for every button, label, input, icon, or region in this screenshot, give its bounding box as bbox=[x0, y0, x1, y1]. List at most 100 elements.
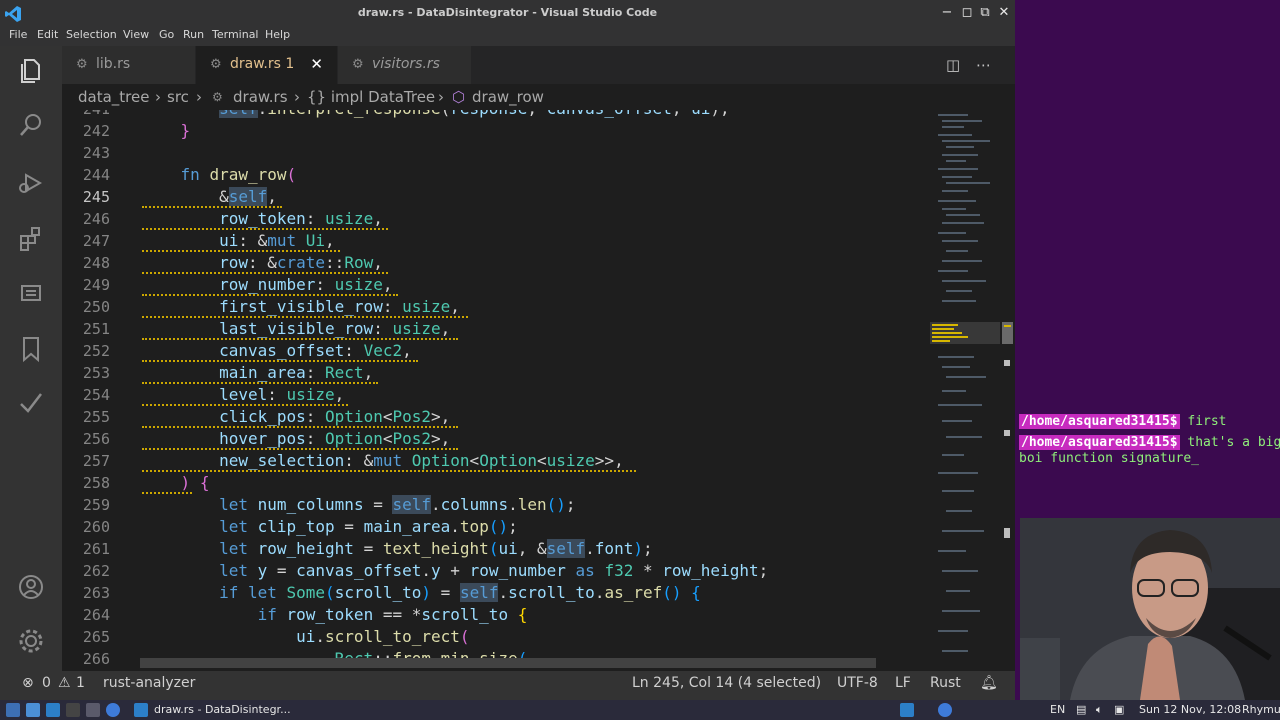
os-taskbar: draw.rs - DataDisintegr... EN ▤ 🔈︎ ▣ Sun… bbox=[0, 700, 1280, 720]
menu-bar: File Edit Selection View Go Run Terminal… bbox=[0, 28, 1015, 46]
restore-icon[interactable]: ⧉ bbox=[976, 5, 994, 20]
menu-terminal[interactable]: Terminal bbox=[212, 28, 259, 41]
method-cube-icon: ⬡ bbox=[452, 88, 466, 106]
remote-explorer-icon[interactable] bbox=[16, 278, 46, 308]
line-number: 252 bbox=[82, 342, 110, 360]
app-menu-icon[interactable] bbox=[6, 703, 20, 717]
vscode-window: draw.rs - DataDisintegrator - Visual Stu… bbox=[0, 0, 1015, 700]
volume-icon[interactable]: 🔈︎ bbox=[1096, 703, 1103, 717]
line-number: 246 bbox=[82, 210, 110, 228]
line-number: 258 bbox=[82, 474, 110, 492]
code-line: 259 let num_columns = self.columns.len()… bbox=[62, 495, 930, 517]
vertical-scrollbar[interactable] bbox=[1000, 110, 1015, 671]
clock[interactable]: Sun 12 Nov, 12:08 bbox=[1139, 703, 1241, 716]
breadcrumb: data_tree › src › ⚙ draw.rs › {} impl Da… bbox=[62, 84, 1015, 110]
keyboard-layout[interactable]: EN bbox=[1050, 703, 1065, 716]
taskbar-window-label[interactable]: draw.rs - DataDisintegr... bbox=[154, 703, 291, 716]
file-manager-icon[interactable] bbox=[26, 703, 40, 717]
bookmarks-icon[interactable] bbox=[16, 334, 46, 364]
rust-gear-icon: ⚙ bbox=[210, 57, 222, 72]
code-line: 260 let clip_top = main_area.top(); bbox=[62, 517, 930, 539]
testing-check-icon[interactable] bbox=[16, 388, 46, 418]
title-bar: draw.rs - DataDisintegrator - Visual Stu… bbox=[0, 0, 1015, 28]
rust-gear-icon: ⚙ bbox=[76, 57, 88, 72]
menu-selection[interactable]: Selection bbox=[66, 28, 117, 41]
error-icon[interactable]: ⊗ bbox=[22, 675, 34, 691]
code-line: 241 self.interpret_response(response, ca… bbox=[62, 110, 930, 121]
terminal-launcher-icon[interactable] bbox=[66, 703, 80, 717]
screenshot-icon[interactable] bbox=[86, 703, 100, 717]
code-editor[interactable]: 241 self.interpret_response(response, ca… bbox=[62, 110, 930, 671]
rust-gear-icon: ⚙ bbox=[212, 90, 223, 104]
maximize-icon[interactable]: ◻ bbox=[958, 5, 976, 20]
terminal-text: first bbox=[1179, 414, 1227, 429]
extensions-icon[interactable] bbox=[16, 224, 46, 254]
line-number: 249 bbox=[82, 276, 110, 294]
line-number: 250 bbox=[82, 298, 110, 316]
language-server-status[interactable]: rust-analyzer bbox=[103, 675, 195, 691]
browser-icon[interactable] bbox=[106, 703, 120, 717]
line-number: 254 bbox=[82, 386, 110, 404]
line-number: 251 bbox=[82, 320, 110, 338]
code-line: 254 level: usize, bbox=[62, 385, 930, 407]
menu-file[interactable]: File bbox=[9, 28, 27, 41]
close-tab-icon[interactable]: ✕ bbox=[310, 55, 323, 73]
tab-visitors-rs[interactable]: ⚙ visitors.rs bbox=[338, 46, 472, 84]
run-debug-icon[interactable] bbox=[16, 168, 46, 198]
settings-gear-icon[interactable] bbox=[16, 626, 46, 656]
line-number: 248 bbox=[82, 254, 110, 272]
menu-go[interactable]: Go bbox=[159, 28, 174, 41]
tray-vscode-icon[interactable] bbox=[900, 703, 914, 717]
horizontal-scrollbar[interactable] bbox=[140, 658, 876, 668]
breadcrumb-draw-rs[interactable]: draw.rs bbox=[233, 88, 288, 106]
cursor-position[interactable]: Ln 245, Col 14 (4 selected) bbox=[632, 675, 821, 691]
code-line: 263 if let Some(scroll_to) = self.scroll… bbox=[62, 583, 930, 605]
error-count[interactable]: 0 bbox=[42, 675, 51, 691]
code-line: 251 last_visible_row: usize, bbox=[62, 319, 930, 341]
accounts-icon[interactable] bbox=[16, 572, 46, 602]
shell-prompt: /home/asquared31415$ bbox=[1019, 435, 1180, 450]
code-line: 252 canvas_offset: Vec2, bbox=[62, 341, 930, 363]
menu-help[interactable]: Help bbox=[265, 28, 290, 41]
minimize-icon[interactable]: − bbox=[938, 5, 956, 20]
vscode-launcher-icon[interactable] bbox=[46, 703, 60, 717]
close-window-icon[interactable]: ✕ bbox=[995, 5, 1013, 20]
menu-view[interactable]: View bbox=[123, 28, 149, 41]
menu-edit[interactable]: Edit bbox=[37, 28, 58, 41]
tray-icon[interactable]: ▣ bbox=[1114, 703, 1124, 716]
tab-draw-rs[interactable]: ⚙ draw.rs 1 ✕ bbox=[196, 46, 338, 84]
warning-count[interactable]: 1 bbox=[76, 675, 85, 691]
tab-lib-rs[interactable]: ⚙ lib.rs bbox=[62, 46, 196, 84]
minimap[interactable] bbox=[930, 110, 1000, 671]
code-line: 253 main_area: Rect, bbox=[62, 363, 930, 385]
explorer-icon[interactable] bbox=[16, 56, 46, 86]
language-mode[interactable]: Rust bbox=[930, 675, 961, 691]
search-icon[interactable] bbox=[16, 110, 46, 140]
code-line: 242 } bbox=[62, 121, 930, 143]
tab-label: visitors.rs bbox=[372, 56, 440, 72]
notifications-bell-icon[interactable]: 🔔︎ bbox=[980, 675, 998, 691]
menu-run[interactable]: Run bbox=[183, 28, 204, 41]
vscode-task-icon bbox=[134, 703, 148, 717]
more-actions-icon[interactable]: ⋯ bbox=[976, 56, 991, 74]
line-number: 260 bbox=[82, 518, 110, 536]
breadcrumb-data-tree[interactable]: data_tree bbox=[78, 88, 149, 106]
webcam-overlay bbox=[1020, 518, 1280, 700]
breadcrumb-draw-row[interactable]: draw_row bbox=[472, 88, 544, 106]
warning-icon[interactable]: ⚠ bbox=[58, 675, 71, 691]
breadcrumb-separator: › bbox=[155, 88, 161, 106]
encoding[interactable]: UTF-8 bbox=[837, 675, 878, 691]
line-number: 265 bbox=[82, 628, 110, 646]
breadcrumb-separator: › bbox=[438, 88, 444, 106]
code-line: 244 fn draw_row( bbox=[62, 165, 930, 187]
code-line: 248 row: &crate::Row, bbox=[62, 253, 930, 275]
split-editor-icon[interactable]: ◫ bbox=[946, 56, 960, 74]
breadcrumb-src[interactable]: src bbox=[167, 88, 189, 106]
line-number: 263 bbox=[82, 584, 110, 602]
tray-browser-icon[interactable] bbox=[938, 703, 952, 717]
breadcrumb-impl[interactable]: {} impl DataTree bbox=[307, 88, 435, 106]
line-number: 262 bbox=[82, 562, 110, 580]
user-name[interactable]: Rhymu bbox=[1242, 703, 1280, 716]
line-ending[interactable]: LF bbox=[895, 675, 911, 691]
network-icon[interactable]: ▤ bbox=[1076, 703, 1086, 716]
